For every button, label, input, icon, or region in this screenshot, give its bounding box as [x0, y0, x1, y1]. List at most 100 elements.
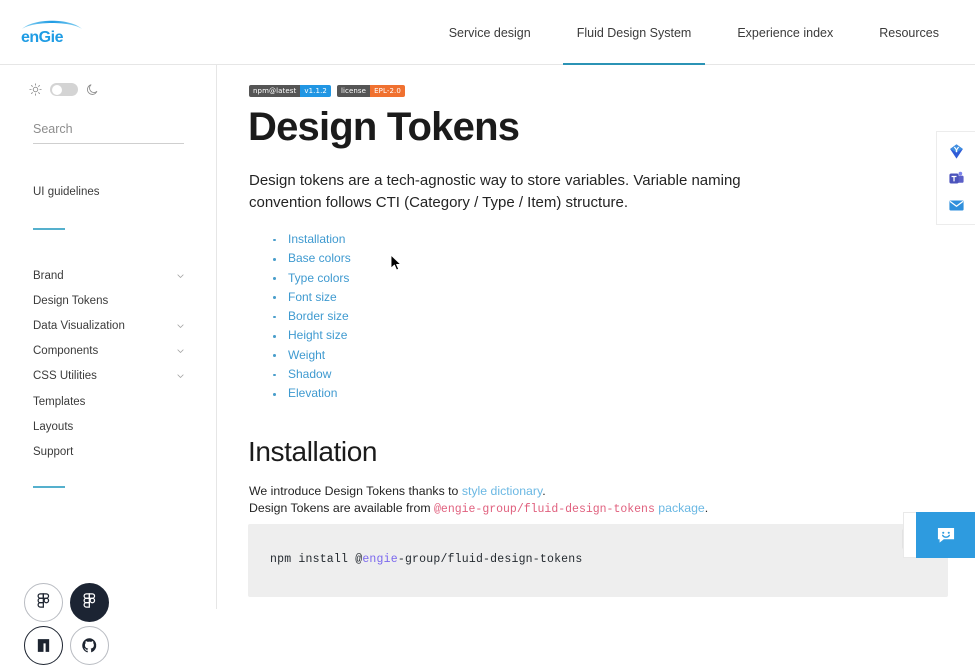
- sidebar: UI guidelines Brand Design Tokens Data V…: [0, 65, 217, 609]
- list-item: Installation: [269, 230, 351, 249]
- search-box[interactable]: [33, 120, 184, 144]
- list-item: Weight: [269, 346, 351, 365]
- sidebar-divider-bottom: [33, 486, 65, 488]
- toc-link-font-size[interactable]: Font size: [288, 290, 337, 304]
- text-suffix: .: [705, 501, 708, 515]
- sidebar-item-support[interactable]: Support: [0, 439, 217, 464]
- sidebar-item-label: Layouts: [33, 421, 73, 433]
- badge-value: v1.1.2: [300, 85, 331, 97]
- text-suffix: .: [542, 484, 545, 498]
- chat-smile-icon: [935, 524, 957, 546]
- badge-npm-version[interactable]: npm@latest v1.1.2: [249, 85, 331, 97]
- share-panel: [936, 131, 975, 225]
- package-link[interactable]: package: [658, 501, 705, 515]
- code-block-install: npm install @engie-group/fluid-design-to…: [248, 524, 948, 597]
- toc-link-height-size[interactable]: Height size: [288, 328, 347, 342]
- badge-license[interactable]: license EPL-2.0: [337, 85, 405, 97]
- sidebar-item-label: Brand: [33, 270, 64, 282]
- toc-link-elevation[interactable]: Elevation: [288, 386, 337, 400]
- main-content: npm@latest v1.1.2 license EPL-2.0 Design…: [217, 65, 975, 609]
- sidebar-menu: Brand Design Tokens Data Visualization C…: [0, 263, 217, 465]
- nav-item-fluid-design-system[interactable]: Fluid Design System: [577, 0, 692, 65]
- moon-icon: [86, 83, 99, 96]
- toc-link-weight[interactable]: Weight: [288, 348, 325, 362]
- list-item: Shadow: [269, 365, 351, 384]
- engie-logo-text: enGie: [21, 31, 83, 45]
- section-heading-installation: Installation: [248, 436, 377, 468]
- toc-link-installation[interactable]: Installation: [288, 232, 345, 246]
- toc-link-border-size[interactable]: Border size: [288, 309, 349, 323]
- sidebar-social-row-bottom: [24, 626, 109, 665]
- sidebar-item-label: Templates: [33, 396, 85, 408]
- theme-toggle[interactable]: [29, 83, 99, 96]
- list-item: Height size: [269, 326, 351, 345]
- email-icon[interactable]: [948, 197, 965, 214]
- chevron-down-icon: [176, 347, 185, 356]
- nav-item-service-design[interactable]: Service design: [449, 0, 531, 65]
- theme-toggle-switch[interactable]: [50, 83, 78, 96]
- sidebar-item-css-utilities[interactable]: CSS Utilities: [0, 364, 217, 389]
- badge-group: npm@latest v1.1.2 license EPL-2.0: [249, 85, 405, 97]
- engie-logo[interactable]: enGie: [21, 17, 83, 47]
- figma-outline-button[interactable]: [24, 583, 63, 622]
- text-prefix: Design Tokens are available from: [249, 501, 434, 515]
- chevron-down-icon: [176, 321, 185, 330]
- sidebar-item-components[interactable]: Components: [0, 339, 217, 364]
- sidebar-social-row-top: [24, 583, 109, 622]
- sidebar-item-layouts[interactable]: Layouts: [0, 414, 217, 439]
- badge-key: license: [337, 85, 370, 97]
- sidebar-item-templates[interactable]: Templates: [0, 389, 217, 414]
- list-item: Elevation: [269, 384, 351, 403]
- github-button[interactable]: [70, 626, 109, 665]
- list-item: Base colors: [269, 249, 351, 268]
- page-title: Design Tokens: [248, 105, 519, 150]
- list-item: Type colors: [269, 269, 351, 288]
- table-of-contents: Installation Base colors Type colors Fon…: [269, 230, 351, 404]
- code-line: npm install @engie-group/fluid-design-to…: [270, 553, 582, 566]
- list-item: Font size: [269, 288, 351, 307]
- nav-item-experience-index[interactable]: Experience index: [737, 0, 833, 65]
- figma-icon: [36, 593, 51, 613]
- badge-key: npm@latest: [249, 85, 300, 97]
- toc-link-base-colors[interactable]: Base colors: [288, 251, 351, 265]
- text-prefix: We introduce Design Tokens thanks to: [249, 484, 462, 498]
- list-item: Border size: [269, 307, 351, 326]
- sidebar-item-label: Components: [33, 345, 98, 357]
- installation-line-1: We introduce Design Tokens thanks to sty…: [249, 483, 708, 500]
- microsoft-teams-icon[interactable]: [948, 170, 965, 187]
- viva-engage-icon[interactable]: [948, 143, 965, 160]
- code-prefix: npm install @: [270, 553, 362, 566]
- sun-icon: [29, 83, 42, 96]
- storybook-button[interactable]: [24, 626, 63, 665]
- storybook-icon: [35, 637, 52, 654]
- code-scope: engie: [362, 553, 398, 566]
- installation-paragraph: We introduce Design Tokens thanks to sty…: [249, 483, 708, 518]
- sidebar-item-data-visualization[interactable]: Data Visualization: [0, 313, 217, 338]
- sidebar-item-brand[interactable]: Brand: [0, 263, 217, 288]
- sidebar-heading-ui-guidelines[interactable]: UI guidelines: [33, 186, 99, 198]
- installation-line-2: Design Tokens are available from @engie-…: [249, 500, 708, 519]
- search-input[interactable]: [33, 122, 184, 144]
- sidebar-divider-top: [33, 228, 65, 230]
- primary-navigation: Service design Fluid Design System Exper…: [449, 0, 939, 65]
- toc-link-shadow[interactable]: Shadow: [288, 367, 331, 381]
- style-dictionary-link[interactable]: style dictionary: [462, 484, 542, 498]
- figma-filled-button[interactable]: [70, 583, 109, 622]
- theme-toggle-knob: [52, 85, 62, 95]
- toc-link-type-colors[interactable]: Type colors: [288, 271, 349, 285]
- chat-widget-button[interactable]: [916, 512, 975, 558]
- page-intro: Design tokens are a tech-agnostic way to…: [249, 170, 807, 213]
- site-header: enGie Service design Fluid Design System…: [0, 0, 975, 65]
- chevron-down-icon: [176, 372, 185, 381]
- sidebar-item-label: CSS Utilities: [33, 370, 97, 382]
- sidebar-item-label: Data Visualization: [33, 320, 125, 332]
- github-icon: [81, 637, 98, 654]
- chevron-down-icon: [176, 271, 185, 280]
- sidebar-item-label: Design Tokens: [33, 295, 108, 307]
- sidebar-item-label: Support: [33, 446, 73, 458]
- sidebar-item-design-tokens[interactable]: Design Tokens: [0, 288, 217, 313]
- figma-icon: [82, 593, 97, 613]
- package-name-code: @engie-group/fluid-design-tokens: [434, 503, 655, 516]
- nav-item-resources[interactable]: Resources: [879, 0, 939, 65]
- badge-value: EPL-2.0: [370, 85, 405, 97]
